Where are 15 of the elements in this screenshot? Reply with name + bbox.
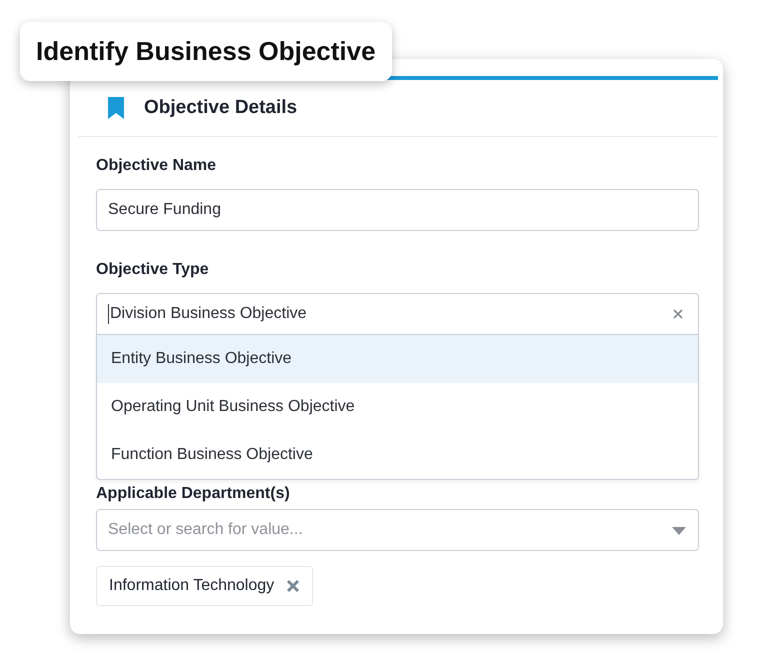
- combo-field[interactable]: Division Business Objective: [96, 293, 699, 335]
- field-label: Objective Type: [96, 261, 210, 279]
- tag-label: Information Technology: [109, 577, 274, 595]
- field-label: Applicable Department(s): [96, 485, 291, 503]
- title-badge: Identify Business Objective: [20, 22, 392, 81]
- dropdown-option[interactable]: Entity Business Objective: [97, 335, 698, 383]
- clear-icon[interactable]: [672, 308, 684, 320]
- dropdown-option[interactable]: Function Business Objective: [97, 431, 698, 479]
- remove-icon[interactable]: [286, 579, 300, 593]
- panel-title: Objective Details: [144, 97, 298, 119]
- field-label: Objective Name: [96, 157, 218, 175]
- dropdown-option[interactable]: Operating Unit Business Objective: [97, 383, 698, 431]
- text-field[interactable]: Secure Funding: [96, 189, 699, 231]
- bookmark-icon: [108, 97, 124, 119]
- dropdown-arrow-icon[interactable]: [672, 527, 686, 535]
